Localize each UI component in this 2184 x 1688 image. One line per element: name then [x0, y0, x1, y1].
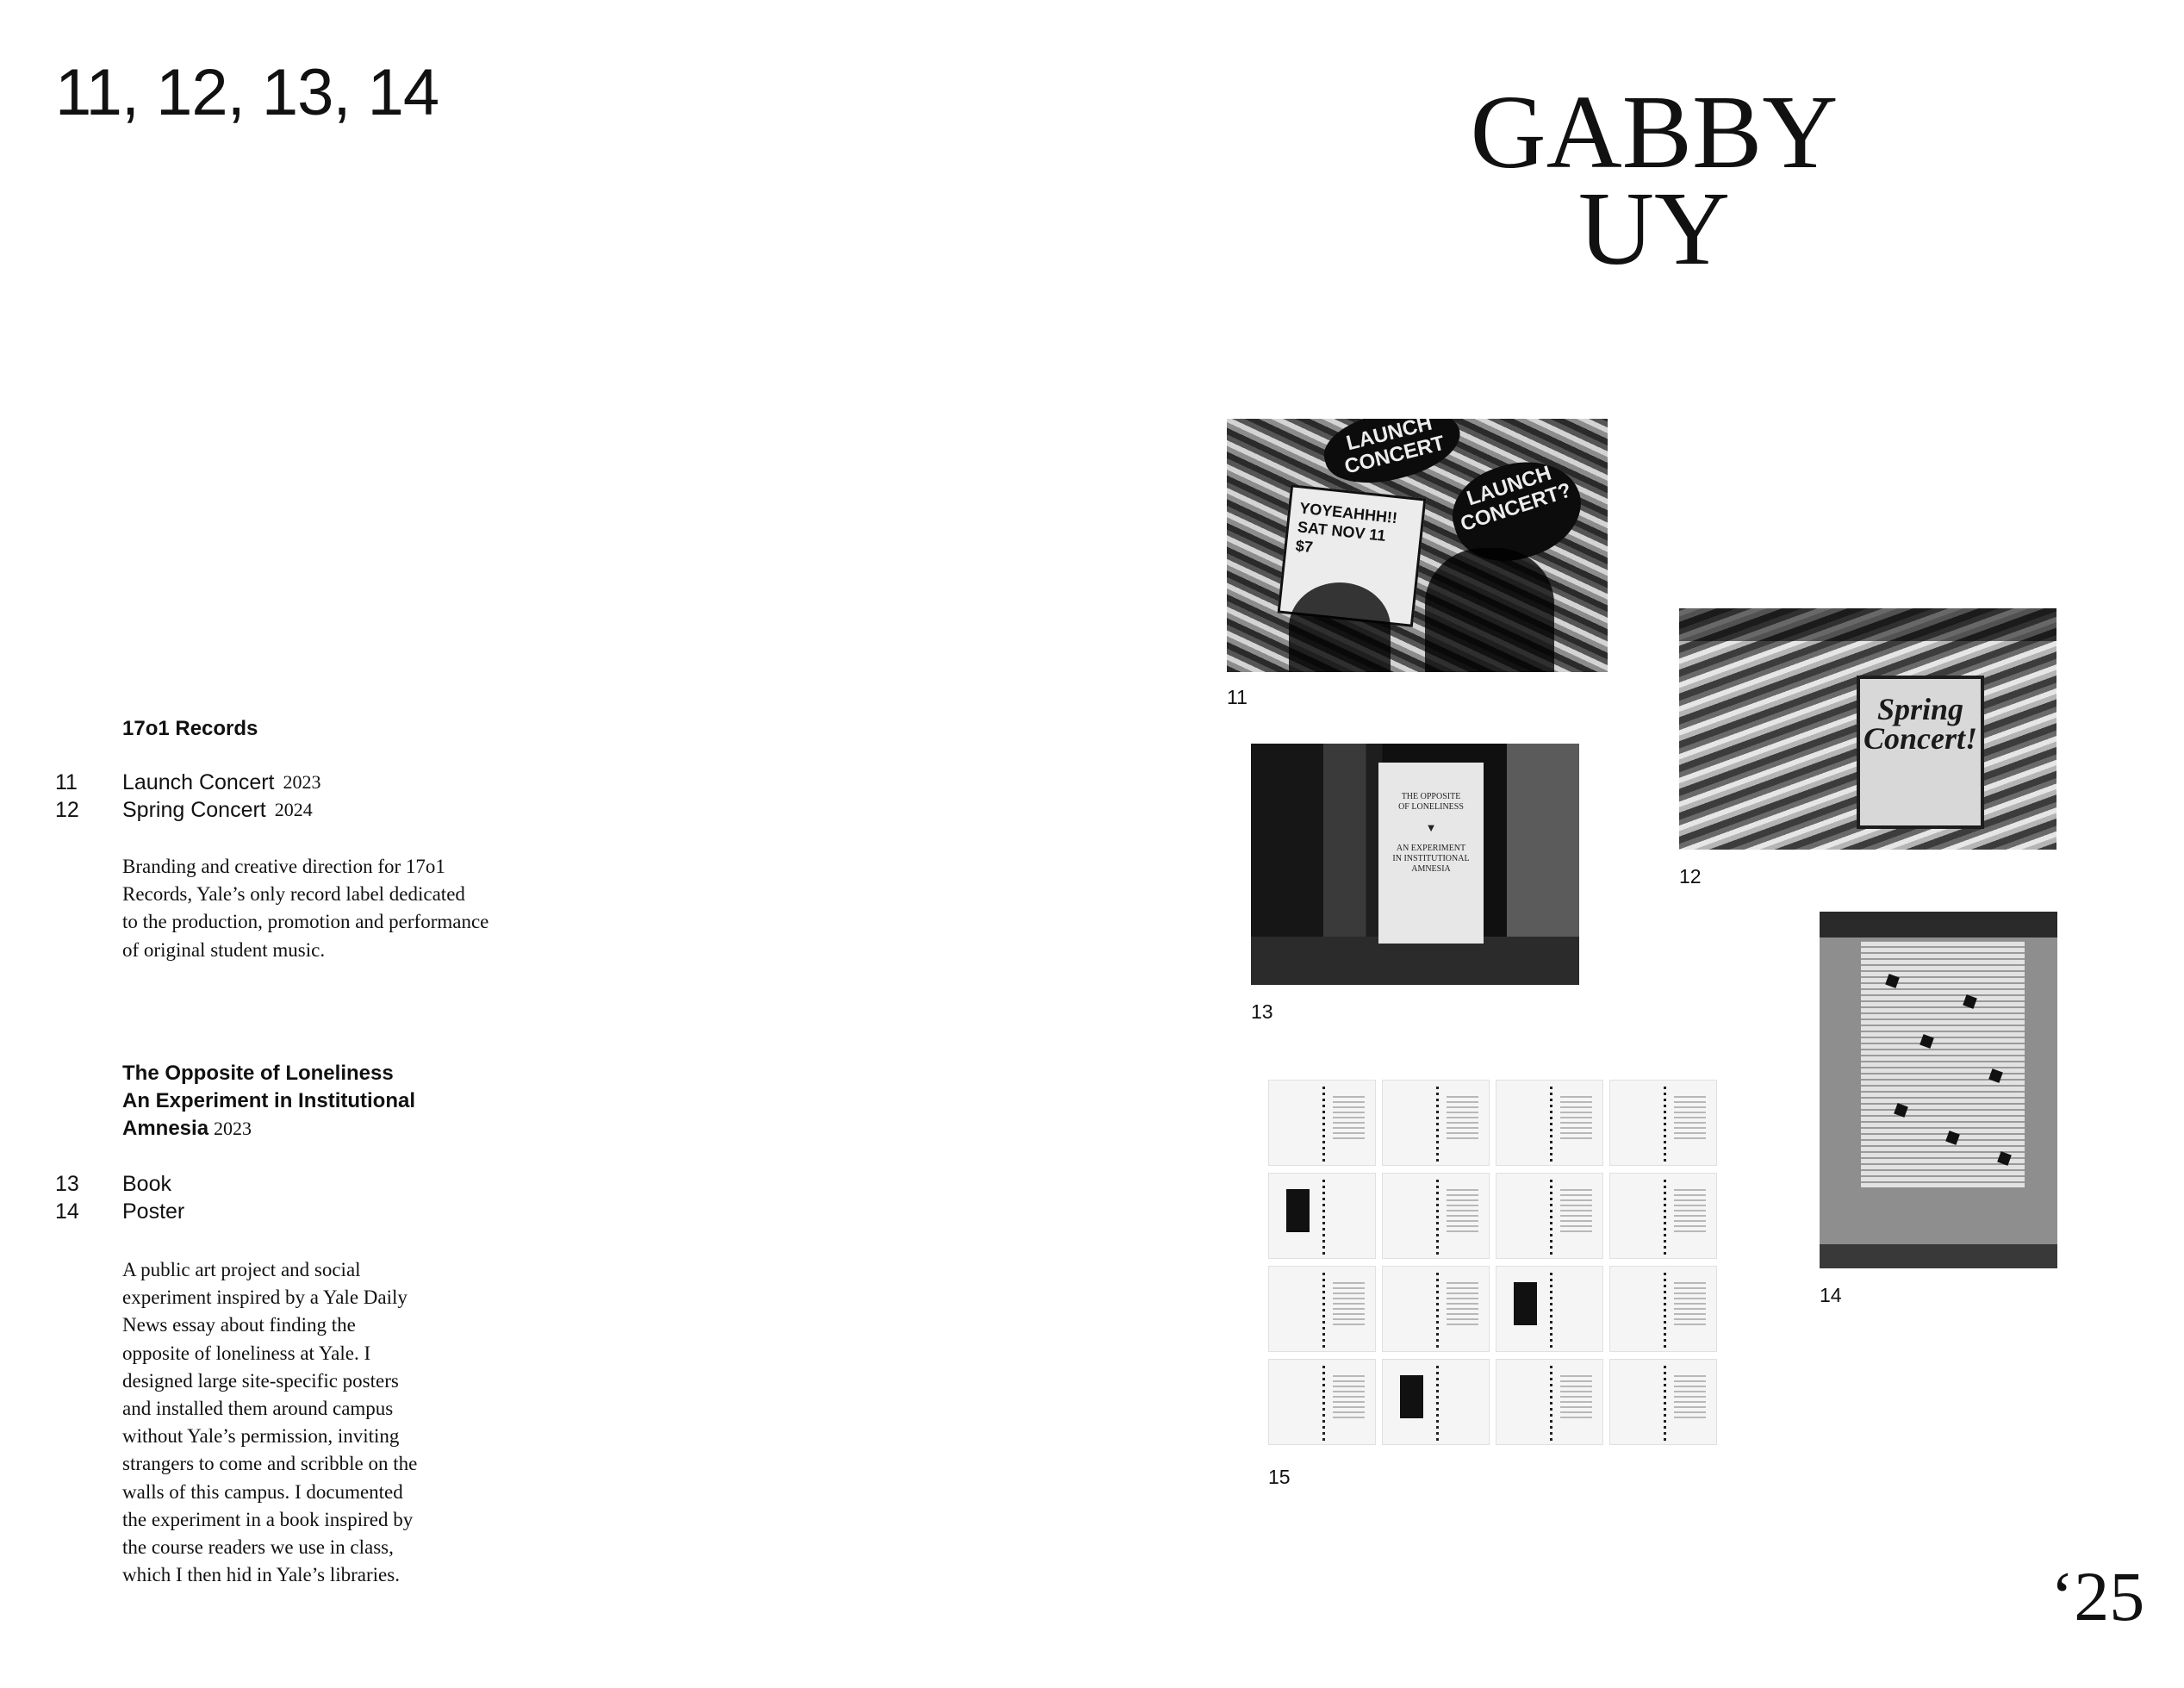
trees-background	[1679, 608, 2056, 641]
item-name: Spring Concert	[122, 798, 266, 822]
author-first-name: GABBY	[1470, 74, 1839, 190]
book-title-line: THE OPPOSITE	[1401, 792, 1461, 801]
item-number: 11	[55, 770, 78, 794]
scribble-mark	[1920, 1034, 1934, 1049]
item-number: 12	[55, 798, 79, 822]
launch-concert-badge: LAUNCH CONCERT	[1316, 419, 1468, 495]
scribble-mark	[1945, 1131, 1960, 1145]
book-title-line: IN INSTITUTIONAL	[1392, 854, 1470, 863]
scribble-mark	[1894, 1103, 1908, 1118]
photo-spring-concert: Spring Concert!	[1679, 608, 2056, 850]
book-spread	[1268, 1080, 1376, 1166]
title-line-text: Amnesia	[122, 1117, 209, 1140]
page-numbers-heading: 11, 12, 13, 14	[55, 56, 439, 129]
spreads	[1268, 1080, 1717, 1445]
description-line: the course readers we use in class,	[122, 1536, 394, 1559]
caption-14: 14	[1820, 1284, 1842, 1306]
scribble-mark	[1997, 1151, 2012, 1166]
book-cover: THE OPPOSITE OF LONELINESS ▼ AN EXPERIME…	[1378, 763, 1484, 944]
person-silhouette	[1289, 582, 1391, 672]
description-line: without Yale’s permission, inviting	[122, 1425, 400, 1448]
description-line: News essay about finding the	[122, 1314, 356, 1336]
description-line: the experiment in a book inspired by	[122, 1508, 414, 1530]
shelf-books	[1251, 937, 1579, 985]
project-1-description: Branding and creative direction for 17o1…	[122, 853, 488, 964]
book-spread	[1268, 1173, 1376, 1259]
book-spread	[1382, 1359, 1490, 1445]
book-title-line: AMNESIA	[1411, 864, 1451, 874]
item-name: Poster	[122, 1199, 185, 1224]
item-name: Book	[122, 1172, 171, 1196]
item-year: 2024	[274, 799, 313, 820]
book-spread	[1382, 1266, 1490, 1352]
scribble-mark	[1988, 1068, 2003, 1083]
description-line: which I then hid in Yale’s libraries.	[122, 1564, 400, 1586]
book-spread	[1268, 1266, 1376, 1352]
description-line: Branding and creative direction for 17o1	[122, 856, 445, 877]
book-spread	[1496, 1266, 1603, 1352]
project-2-item: 13 Book	[55, 1170, 171, 1198]
book-title-line: AN EXPERIMENT	[1396, 844, 1466, 853]
title-line: An Experiment in Institutional	[122, 1089, 416, 1112]
book-spread	[1609, 1266, 1717, 1352]
book-spreads-grid	[1268, 1080, 1733, 1452]
window-strip	[1820, 912, 2057, 937]
project-2-year: 2023	[214, 1118, 252, 1139]
scribble-mark	[1885, 974, 1900, 988]
description-line: A public art project and social	[122, 1259, 361, 1280]
scribbled-poster	[1861, 941, 2025, 1187]
caption-12: 12	[1679, 865, 1702, 888]
author-last-name: UY	[1577, 171, 1731, 287]
item-number: 14	[55, 1199, 79, 1224]
description-line: to the production, promotion and perform…	[122, 911, 489, 933]
scribble-mark	[1963, 994, 1977, 1009]
description-line: strangers to come and scribble on the	[122, 1453, 418, 1475]
title-line: The Opposite of Loneliness	[122, 1062, 394, 1085]
poster-line: Spring	[1876, 692, 1964, 726]
item-number: 13	[55, 1172, 79, 1196]
year-mark: ‘25	[2050, 1557, 2145, 1635]
caption-13: 13	[1251, 1000, 1273, 1023]
book-spread	[1609, 1080, 1717, 1166]
book-spread	[1609, 1359, 1717, 1445]
project-2-description: A public art project and social experime…	[122, 1256, 417, 1589]
description-line: Records, Yale’s only record label dedica…	[122, 883, 465, 906]
photo-wall-poster	[1820, 912, 2057, 1268]
description-line: and installed them around campus	[122, 1398, 394, 1420]
book-spread	[1496, 1173, 1603, 1259]
caption-15: 15	[1268, 1466, 1291, 1488]
description-line: experiment inspired by a Yale Daily	[122, 1286, 408, 1309]
book-spread	[1609, 1173, 1717, 1259]
author-name: GABBY UY	[1344, 74, 1964, 287]
book-emblem-icon: ▼	[1425, 821, 1437, 834]
photo-launch-concert: LAUNCH CONCERT YOYEAHHH!! SAT NOV 11 $7 …	[1227, 419, 1608, 672]
project-1-item: 12 Spring Concert 2024	[55, 796, 313, 824]
item-name: Launch Concert	[122, 770, 275, 794]
title-line: Amnesia 2023	[122, 1115, 415, 1143]
project-1-title: 17o1 Records	[122, 717, 258, 740]
book-spread	[1496, 1359, 1603, 1445]
spring-concert-poster: Spring Concert!	[1857, 676, 1984, 829]
item-year: 2023	[283, 771, 321, 793]
poster-line: Concert!	[1863, 721, 1977, 756]
description-line: of original student music.	[122, 938, 326, 961]
book-spread	[1496, 1080, 1603, 1166]
project-2-title: The Opposite of Loneliness An Experiment…	[122, 1060, 415, 1143]
project-1-item: 11 Launch Concert 2023	[55, 769, 321, 796]
book-spread	[1382, 1173, 1490, 1259]
ground-strip	[1820, 1244, 2057, 1268]
caption-11: 11	[1227, 686, 1248, 708]
description-line: walls of this campus. I documented	[122, 1480, 403, 1503]
person-silhouette	[1425, 548, 1554, 672]
description-line: opposite of loneliness at Yale. I	[122, 1342, 371, 1364]
book-spread	[1382, 1080, 1490, 1166]
description-line: designed large site-specific posters	[122, 1369, 399, 1392]
book-spread	[1268, 1359, 1376, 1445]
book-title-line: OF LONELINESS	[1398, 802, 1464, 812]
photo-book-on-shelf: THE OPPOSITE OF LONELINESS ▼ AN EXPERIME…	[1251, 744, 1579, 985]
project-2-item: 14 Poster	[55, 1198, 184, 1225]
